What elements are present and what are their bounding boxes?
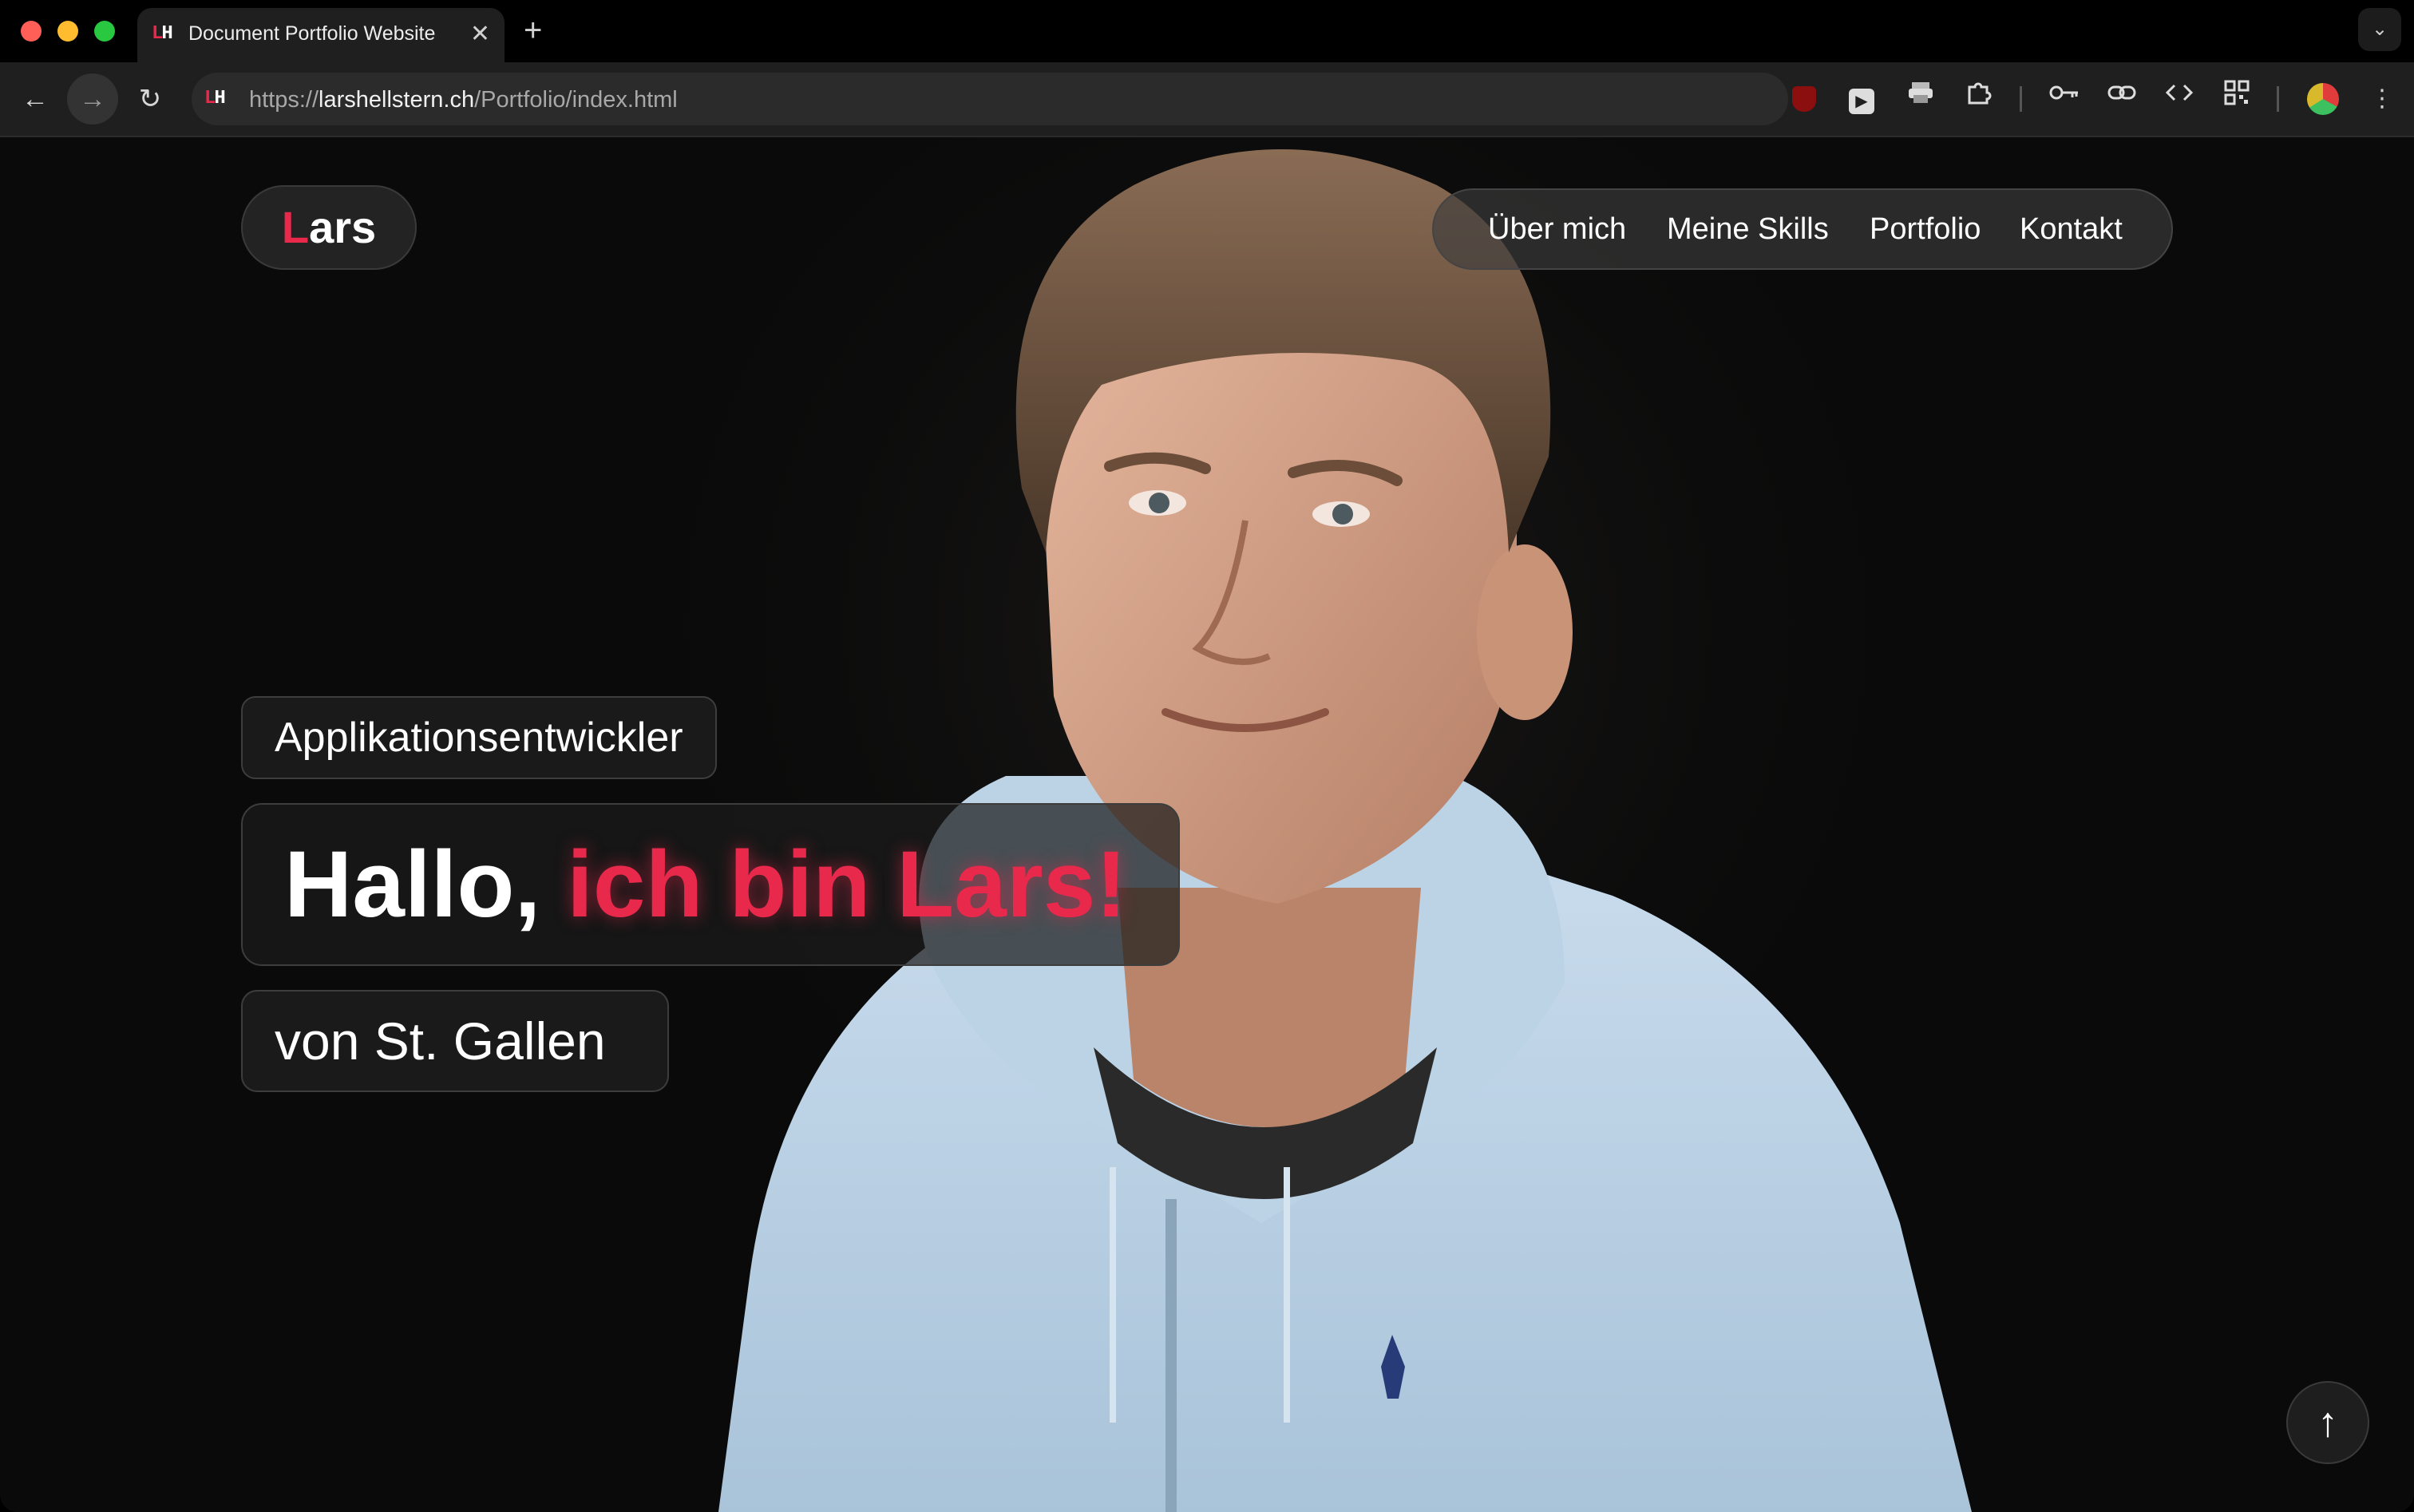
profile-avatar-icon[interactable] xyxy=(2307,83,2339,115)
print-icon[interactable] xyxy=(1900,78,1941,120)
qr-code-icon[interactable] xyxy=(2216,78,2258,120)
maximize-window-button[interactable] xyxy=(94,21,115,42)
address-bar[interactable]: LH https://larshellstern.ch/Portfolio/in… xyxy=(192,73,1788,125)
url-scheme: https:// xyxy=(249,87,319,113)
active-tab[interactable]: LH Document Portfolio Website ✕ xyxy=(137,8,505,62)
tab-strip: LH Document Portfolio Website ✕ + ⌄ xyxy=(0,0,2414,62)
reload-button[interactable]: ↻ xyxy=(125,73,176,125)
role-badge: Applikationsentwickler xyxy=(241,696,717,779)
new-tab-button[interactable]: + xyxy=(524,11,542,49)
link-icon[interactable] xyxy=(2101,78,2143,120)
nav-link-ueber-mich[interactable]: Über mich xyxy=(1488,212,1626,247)
toolbar-separator xyxy=(2277,86,2279,112)
logo-text: ars xyxy=(309,202,377,252)
back-button[interactable]: ← xyxy=(10,73,61,125)
arrow-up-icon: ↑ xyxy=(2317,1399,2338,1446)
more-menu-icon[interactable]: ⋮ xyxy=(2361,78,2403,120)
url-host: larshellstern.ch xyxy=(319,87,475,113)
toolbar-separator xyxy=(2020,86,2022,112)
url-text[interactable]: https://larshellstern.ch/Portfolio/index… xyxy=(249,87,678,113)
code-icon[interactable] xyxy=(2159,78,2200,120)
hero-name-highlight: ich bin Lars! xyxy=(567,832,1127,937)
browser-toolbar: ← → ↻ LH https://larshellstern.ch/Portfo… xyxy=(0,62,2414,137)
minimize-window-button[interactable] xyxy=(57,21,78,42)
close-window-button[interactable] xyxy=(21,21,42,42)
nav-link-portfolio[interactable]: Portfolio xyxy=(1870,212,1981,247)
site-favicon-icon: LH xyxy=(152,23,173,45)
city-badge: von St. Gallen xyxy=(241,990,669,1092)
extensions-puzzle-icon[interactable] xyxy=(1957,78,1999,120)
site-info-icon[interactable]: LH xyxy=(204,85,232,113)
url-path: /Portfolio/index.html xyxy=(474,87,678,113)
hero-heading: Hallo, ich bin Lars! xyxy=(241,803,1180,966)
hero-greeting: Hallo, xyxy=(284,832,568,937)
nav-link-kontakt[interactable]: Kontakt xyxy=(2020,212,2123,247)
forward-button[interactable]: → xyxy=(67,73,118,125)
nav-link-meine-skills[interactable]: Meine Skills xyxy=(1667,212,1829,247)
web-page: Lars Über mich Meine Skills Portfolio Ko… xyxy=(0,137,2414,1512)
password-key-icon[interactable] xyxy=(2044,78,2085,120)
tab-title: Document Portfolio Website xyxy=(188,22,436,45)
play-extension-icon[interactable]: ▶ xyxy=(1841,78,1882,120)
browser-window: LH Document Portfolio Website ✕ + ⌄ ← → … xyxy=(0,0,2414,1512)
close-tab-icon[interactable]: ✕ xyxy=(470,19,490,49)
logo-accent-letter: L xyxy=(281,202,310,252)
site-logo[interactable]: Lars xyxy=(241,185,417,270)
tab-search-dropdown-icon[interactable]: ⌄ xyxy=(2358,8,2401,51)
ublock-icon[interactable] xyxy=(1783,78,1825,120)
main-navigation: Über mich Meine Skills Portfolio Kontakt xyxy=(1432,188,2173,270)
scroll-to-top-button[interactable]: ↑ xyxy=(2286,1381,2369,1464)
